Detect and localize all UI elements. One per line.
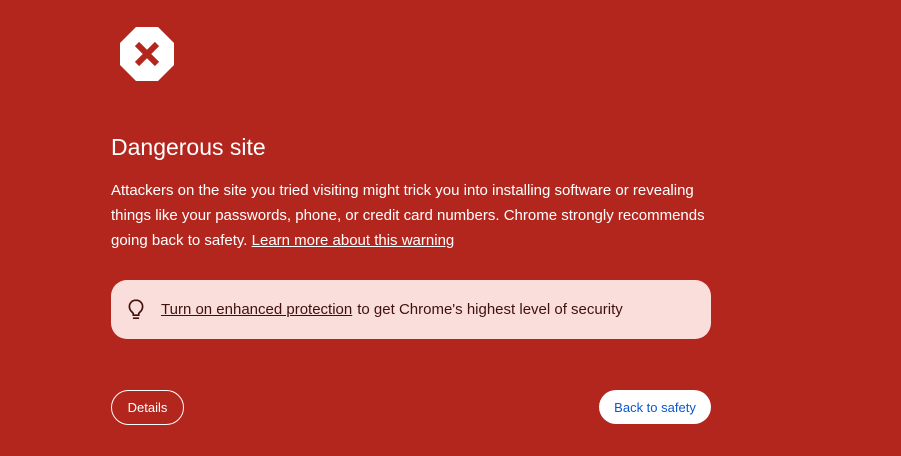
danger-octagon-x-icon [120, 27, 174, 81]
details-button[interactable]: Details [111, 390, 184, 425]
enhanced-protection-promo: Turn on enhanced protection to get Chrom… [111, 280, 711, 339]
back-to-safety-button[interactable]: Back to safety [599, 390, 711, 424]
warning-description: Attackers on the site you tried visiting… [111, 178, 711, 253]
page-title: Dangerous site [111, 134, 266, 160]
learn-more-link[interactable]: Learn more about this warning [252, 232, 455, 249]
enhanced-protection-link[interactable]: Turn on enhanced protection [161, 301, 352, 318]
lightbulb-icon [128, 298, 144, 321]
enhanced-protection-text: to get Chrome's highest level of securit… [357, 301, 623, 318]
danger-icon [120, 27, 174, 81]
